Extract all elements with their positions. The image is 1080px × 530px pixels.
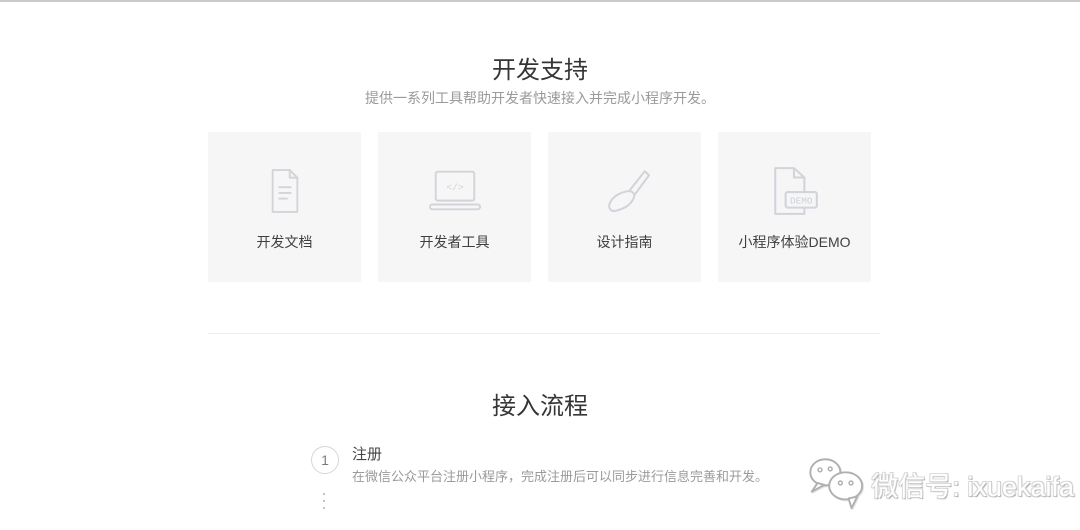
step-title: 注册	[352, 446, 383, 463]
card-dev-tools[interactable]: </> 开发者工具	[378, 132, 531, 282]
step-connector-dots	[323, 493, 325, 514]
dot	[323, 493, 325, 495]
step-number-badge: 1	[311, 446, 339, 474]
watermark: 微信号: ixuekaifa	[805, 453, 1074, 516]
card-label-design-guide: 设计指南	[596, 234, 653, 250]
step-body: 注册 在微信公众平台注册小程序，完成注册后可以同步进行信息完善和开发。	[352, 446, 768, 483]
support-cards-row: 开发文档 </> 开发者工具 设计指南 DEMO 小程序体验DEMO	[208, 132, 871, 282]
page: 开发支持 提供一系列工具帮助开发者快速接入并完成小程序开发。 开发文档 </> …	[0, 0, 1080, 530]
code-glyph: </>	[446, 182, 464, 193]
document-icon	[266, 162, 304, 220]
card-label-dev-tools: 开发者工具	[419, 234, 490, 250]
demo-file-icon: DEMO	[769, 162, 821, 220]
card-dev-docs[interactable]: 开发文档	[208, 132, 361, 282]
dot	[323, 507, 325, 509]
demo-badge-text: DEMO	[790, 195, 813, 206]
watermark-text: 微信号: ixuekaifa	[871, 472, 1074, 502]
brush-icon	[600, 162, 650, 220]
card-label-dev-docs: 开发文档	[256, 234, 313, 250]
dot	[323, 500, 325, 502]
process-step-register: 1 注册 在微信公众平台注册小程序，完成注册后可以同步进行信息完善和开发。	[311, 446, 768, 483]
section-divider	[208, 333, 880, 334]
access-process-title: 接入流程	[492, 393, 588, 420]
wechat-logo-icon	[805, 453, 867, 516]
card-design-guide[interactable]: 设计指南	[548, 132, 701, 282]
step-description: 在微信公众平台注册小程序，完成注册后可以同步进行信息完善和开发。	[352, 469, 769, 484]
card-label-demo: 小程序体验DEMO	[738, 234, 851, 250]
card-demo[interactable]: DEMO 小程序体验DEMO	[718, 132, 871, 282]
dev-support-title: 开发支持	[492, 57, 588, 84]
laptop-code-icon: </>	[428, 162, 482, 220]
dev-support-subtitle: 提供一系列工具帮助开发者快速接入并完成小程序开发。	[365, 90, 715, 106]
